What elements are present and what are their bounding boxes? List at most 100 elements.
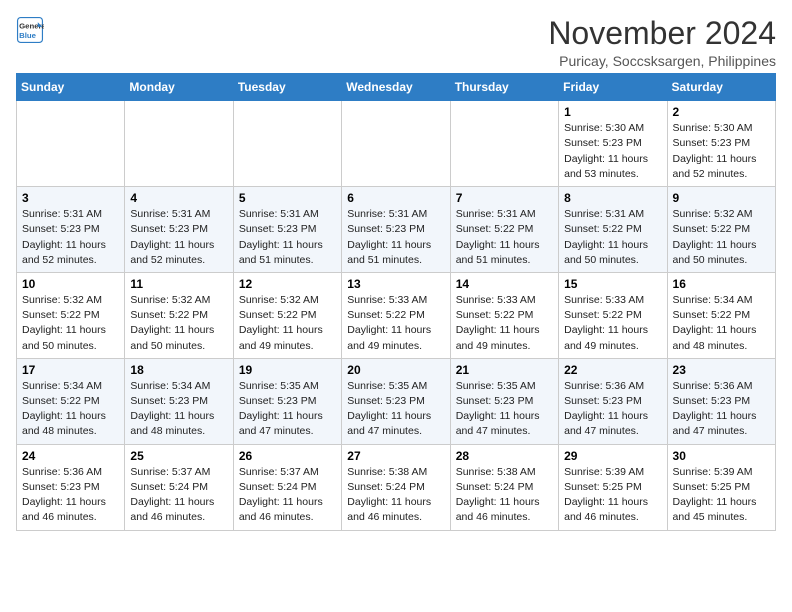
day-number: 30 <box>673 449 770 463</box>
day-detail: Sunrise: 5:36 AM Sunset: 5:23 PM Dayligh… <box>564 379 661 440</box>
calendar-day: 25 Sunrise: 5:37 AM Sunset: 5:24 PM Dayli… <box>125 444 233 530</box>
calendar-day: 29 Sunrise: 5:39 AM Sunset: 5:25 PM Dayli… <box>559 444 667 530</box>
calendar-day: 20 Sunrise: 5:35 AM Sunset: 5:23 PM Dayli… <box>342 358 450 444</box>
day-number: 4 <box>130 191 227 205</box>
calendar-day <box>125 101 233 187</box>
day-number: 10 <box>22 277 119 291</box>
day-number: 2 <box>673 105 770 119</box>
day-detail: Sunrise: 5:39 AM Sunset: 5:25 PM Dayligh… <box>564 465 661 526</box>
calendar-day: 21 Sunrise: 5:35 AM Sunset: 5:23 PM Dayli… <box>450 358 558 444</box>
day-detail: Sunrise: 5:33 AM Sunset: 5:22 PM Dayligh… <box>564 293 661 354</box>
calendar-day: 24 Sunrise: 5:36 AM Sunset: 5:23 PM Dayli… <box>17 444 125 530</box>
day-number: 15 <box>564 277 661 291</box>
day-detail: Sunrise: 5:31 AM Sunset: 5:23 PM Dayligh… <box>239 207 336 268</box>
day-number: 6 <box>347 191 444 205</box>
day-number: 1 <box>564 105 661 119</box>
title-block: November 2024 Puricay, Soccsksargen, Phi… <box>548 16 776 69</box>
calendar-day: 1 Sunrise: 5:30 AM Sunset: 5:23 PM Daylig… <box>559 101 667 187</box>
day-detail: Sunrise: 5:36 AM Sunset: 5:23 PM Dayligh… <box>22 465 119 526</box>
day-detail: Sunrise: 5:34 AM Sunset: 5:23 PM Dayligh… <box>130 379 227 440</box>
calendar-day: 14 Sunrise: 5:33 AM Sunset: 5:22 PM Dayli… <box>450 272 558 358</box>
day-number: 16 <box>673 277 770 291</box>
day-number: 23 <box>673 363 770 377</box>
day-number: 5 <box>239 191 336 205</box>
day-number: 26 <box>239 449 336 463</box>
calendar-day: 9Sunrise: 5:32 AM Sunset: 5:22 PM Daylig… <box>667 187 775 273</box>
weekday-header: Wednesday <box>342 74 450 101</box>
day-number: 3 <box>22 191 119 205</box>
weekday-header: Friday <box>559 74 667 101</box>
month-title: November 2024 <box>548 16 776 51</box>
day-detail: Sunrise: 5:32 AM Sunset: 5:22 PM Dayligh… <box>22 293 119 354</box>
calendar-day: 11 Sunrise: 5:32 AM Sunset: 5:22 PM Dayli… <box>125 272 233 358</box>
day-detail: Sunrise: 5:35 AM Sunset: 5:23 PM Dayligh… <box>456 379 553 440</box>
weekday-header: Saturday <box>667 74 775 101</box>
day-detail: Sunrise: 5:34 AM Sunset: 5:22 PM Dayligh… <box>673 293 770 354</box>
calendar-day: 28 Sunrise: 5:38 AM Sunset: 5:24 PM Dayli… <box>450 444 558 530</box>
day-number: 29 <box>564 449 661 463</box>
calendar-day: 12 Sunrise: 5:32 AM Sunset: 5:22 PM Dayli… <box>233 272 341 358</box>
day-detail: Sunrise: 5:31 AM Sunset: 5:22 PM Dayligh… <box>456 207 553 268</box>
calendar-day: 16 Sunrise: 5:34 AM Sunset: 5:22 PM Dayli… <box>667 272 775 358</box>
calendar-day: 23Sunrise: 5:36 AM Sunset: 5:23 PM Dayli… <box>667 358 775 444</box>
calendar-day: 27Sunrise: 5:38 AM Sunset: 5:24 PM Dayli… <box>342 444 450 530</box>
weekday-header: Tuesday <box>233 74 341 101</box>
day-number: 22 <box>564 363 661 377</box>
day-detail: Sunrise: 5:37 AM Sunset: 5:24 PM Dayligh… <box>239 465 336 526</box>
day-detail: Sunrise: 5:35 AM Sunset: 5:23 PM Dayligh… <box>347 379 444 440</box>
day-number: 21 <box>456 363 553 377</box>
day-number: 12 <box>239 277 336 291</box>
calendar-day: 3 Sunrise: 5:31 AM Sunset: 5:23 PM Daylig… <box>17 187 125 273</box>
day-detail: Sunrise: 5:33 AM Sunset: 5:22 PM Dayligh… <box>456 293 553 354</box>
calendar-day <box>17 101 125 187</box>
day-number: 27 <box>347 449 444 463</box>
day-number: 11 <box>130 277 227 291</box>
calendar-day: 22 Sunrise: 5:36 AM Sunset: 5:23 PM Dayli… <box>559 358 667 444</box>
calendar-day <box>233 101 341 187</box>
logo: General Blue <box>16 16 44 44</box>
calendar-day: 10 Sunrise: 5:32 AM Sunset: 5:22 PM Dayli… <box>17 272 125 358</box>
calendar-week: 10 Sunrise: 5:32 AM Sunset: 5:22 PM Dayli… <box>17 272 776 358</box>
calendar-day: 2Sunrise: 5:30 AM Sunset: 5:23 PM Daylig… <box>667 101 775 187</box>
day-number: 20 <box>347 363 444 377</box>
calendar-week: 3 Sunrise: 5:31 AM Sunset: 5:23 PM Daylig… <box>17 187 776 273</box>
day-detail: Sunrise: 5:31 AM Sunset: 5:23 PM Dayligh… <box>347 207 444 268</box>
calendar-day: 19Sunrise: 5:35 AM Sunset: 5:23 PM Dayli… <box>233 358 341 444</box>
day-detail: Sunrise: 5:31 AM Sunset: 5:23 PM Dayligh… <box>130 207 227 268</box>
calendar-day: 7 Sunrise: 5:31 AM Sunset: 5:22 PM Daylig… <box>450 187 558 273</box>
calendar-day: 26 Sunrise: 5:37 AM Sunset: 5:24 PM Dayli… <box>233 444 341 530</box>
logo-icon: General Blue <box>16 16 44 44</box>
calendar-day: 5 Sunrise: 5:31 AM Sunset: 5:23 PM Daylig… <box>233 187 341 273</box>
day-number: 9 <box>673 191 770 205</box>
day-detail: Sunrise: 5:30 AM Sunset: 5:23 PM Dayligh… <box>564 121 661 182</box>
day-number: 28 <box>456 449 553 463</box>
calendar-day: 6 Sunrise: 5:31 AM Sunset: 5:23 PM Daylig… <box>342 187 450 273</box>
calendar-day: 30 Sunrise: 5:39 AM Sunset: 5:25 PM Dayli… <box>667 444 775 530</box>
calendar-week: 24 Sunrise: 5:36 AM Sunset: 5:23 PM Dayli… <box>17 444 776 530</box>
weekday-header: Sunday <box>17 74 125 101</box>
day-detail: Sunrise: 5:38 AM Sunset: 5:24 PM Dayligh… <box>456 465 553 526</box>
day-number: 8 <box>564 191 661 205</box>
day-detail: Sunrise: 5:39 AM Sunset: 5:25 PM Dayligh… <box>673 465 770 526</box>
calendar-day: 13Sunrise: 5:33 AM Sunset: 5:22 PM Dayli… <box>342 272 450 358</box>
day-number: 25 <box>130 449 227 463</box>
day-number: 18 <box>130 363 227 377</box>
day-detail: Sunrise: 5:34 AM Sunset: 5:22 PM Dayligh… <box>22 379 119 440</box>
day-detail: Sunrise: 5:31 AM Sunset: 5:22 PM Dayligh… <box>564 207 661 268</box>
day-detail: Sunrise: 5:32 AM Sunset: 5:22 PM Dayligh… <box>130 293 227 354</box>
weekday-header: Monday <box>125 74 233 101</box>
day-number: 14 <box>456 277 553 291</box>
day-detail: Sunrise: 5:31 AM Sunset: 5:23 PM Dayligh… <box>22 207 119 268</box>
calendar-day: 4 Sunrise: 5:31 AM Sunset: 5:23 PM Daylig… <box>125 187 233 273</box>
page-header: General Blue November 2024 Puricay, Socc… <box>16 16 776 69</box>
calendar-day: 18 Sunrise: 5:34 AM Sunset: 5:23 PM Dayli… <box>125 358 233 444</box>
day-number: 17 <box>22 363 119 377</box>
subtitle: Puricay, Soccsksargen, Philippines <box>548 53 776 69</box>
day-detail: Sunrise: 5:37 AM Sunset: 5:24 PM Dayligh… <box>130 465 227 526</box>
calendar-day: 17 Sunrise: 5:34 AM Sunset: 5:22 PM Dayli… <box>17 358 125 444</box>
day-number: 7 <box>456 191 553 205</box>
day-detail: Sunrise: 5:32 AM Sunset: 5:22 PM Dayligh… <box>239 293 336 354</box>
calendar-week: 17 Sunrise: 5:34 AM Sunset: 5:22 PM Dayli… <box>17 358 776 444</box>
day-number: 19 <box>239 363 336 377</box>
day-number: 24 <box>22 449 119 463</box>
